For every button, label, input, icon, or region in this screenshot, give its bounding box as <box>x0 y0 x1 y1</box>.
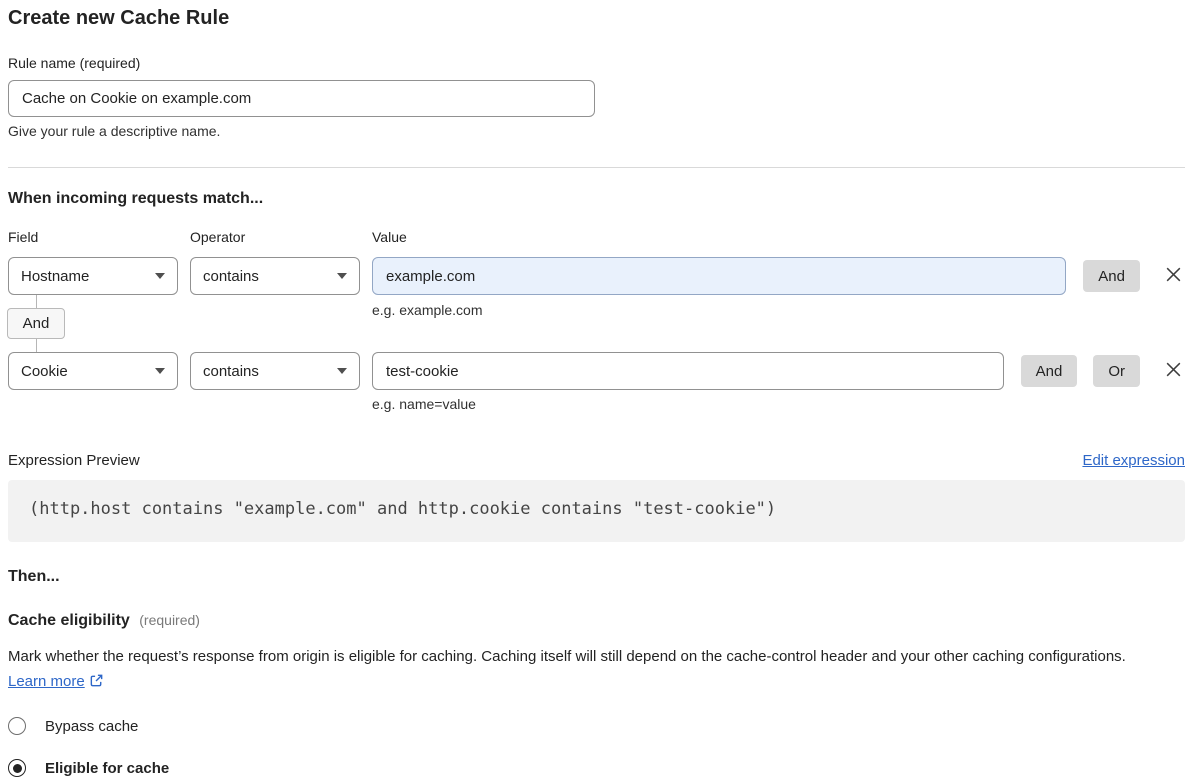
chevron-down-icon <box>337 273 347 279</box>
rule-name-input[interactable] <box>8 80 595 117</box>
expression-preview-label: Expression Preview <box>8 451 140 470</box>
radio-bypass-cache-label: Bypass cache <box>45 718 138 735</box>
close-icon <box>1164 360 1183 382</box>
and-button-row-1[interactable]: And <box>1083 260 1140 292</box>
operator-select-2[interactable]: contains <box>190 352 360 390</box>
value-input-2[interactable] <box>372 352 1004 390</box>
chevron-down-icon <box>155 273 165 279</box>
condition-row-2: Cookie contains And Or <box>8 352 1185 390</box>
edit-expression-link[interactable]: Edit expression <box>1082 452 1185 469</box>
page-title: Create new Cache Rule <box>8 6 1185 30</box>
operator-select-1[interactable]: contains <box>190 257 360 295</box>
create-cache-rule-page: Create new Cache Rule Rule name (require… <box>0 0 1200 777</box>
learn-more-link[interactable]: Learn more <box>8 673 104 690</box>
cache-eligibility-heading: Cache eligibility (required) <box>8 611 1185 630</box>
radio-option-eligible-for-cache: Eligible for cache <box>8 759 1185 777</box>
or-button-row-2[interactable]: Or <box>1093 355 1140 387</box>
field-select-2[interactable]: Cookie <box>8 352 178 390</box>
operator-select-2-value: contains <box>203 363 259 380</box>
expression-code-box: (http.host contains "example.com" and ht… <box>8 480 1185 542</box>
expression-header: Expression Preview Edit expression <box>8 451 1185 470</box>
field-select-1-value: Hostname <box>21 268 89 285</box>
expression-code: (http.host contains "example.com" and ht… <box>29 499 776 519</box>
condition-row-1: Hostname contains And <box>8 257 1185 295</box>
value-hint-2: e.g. name=value <box>372 396 1185 412</box>
field-column-label: Field <box>8 229 178 246</box>
cache-eligibility-title: Cache eligibility <box>8 612 130 629</box>
chevron-down-icon <box>337 368 347 374</box>
radio-option-bypass-cache: Bypass cache <box>8 717 1185 735</box>
radio-eligible-for-cache-label: Eligible for cache <box>45 760 169 777</box>
close-icon <box>1164 265 1183 287</box>
chevron-down-icon <box>155 368 165 374</box>
section-divider <box>8 167 1185 168</box>
connector-line-bottom <box>36 339 37 352</box>
between-rows: And e.g. example.com <box>8 295 1185 352</box>
connector-column: And <box>8 295 64 352</box>
description-text: Mark whether the request’s response from… <box>8 648 1126 665</box>
remove-condition-button-2[interactable] <box>1162 352 1185 390</box>
value-hint-1: e.g. example.com <box>372 302 483 318</box>
radio-eligible-for-cache[interactable] <box>8 759 26 777</box>
row-1-actions: And <box>1083 257 1140 295</box>
operator-column-label: Operator <box>190 229 360 246</box>
cache-eligibility-description: Mark whether the request’s response from… <box>8 644 1185 696</box>
then-heading: Then... <box>8 567 1185 586</box>
row-2-actions: And Or <box>1021 352 1140 390</box>
required-badge: (required) <box>139 612 200 628</box>
external-link-icon <box>89 675 104 692</box>
radio-bypass-cache[interactable] <box>8 717 26 735</box>
field-select-2-value: Cookie <box>21 363 68 380</box>
rule-name-label: Rule name (required) <box>8 55 1185 72</box>
connector-line-top <box>36 295 37 308</box>
rule-name-help: Give your rule a descriptive name. <box>8 123 1185 140</box>
operator-select-1-value: contains <box>203 268 259 285</box>
matcher-heading: When incoming requests match... <box>8 189 1185 208</box>
value-column-label: Value <box>372 229 542 246</box>
field-select-1[interactable]: Hostname <box>8 257 178 295</box>
connector-and-button[interactable]: And <box>7 308 66 339</box>
and-button-row-2[interactable]: And <box>1021 355 1078 387</box>
column-labels: Field Operator Value <box>8 229 1185 246</box>
remove-condition-button-1[interactable] <box>1162 257 1185 295</box>
value-input-1[interactable] <box>372 257 1066 295</box>
learn-more-label: Learn more <box>8 673 85 690</box>
